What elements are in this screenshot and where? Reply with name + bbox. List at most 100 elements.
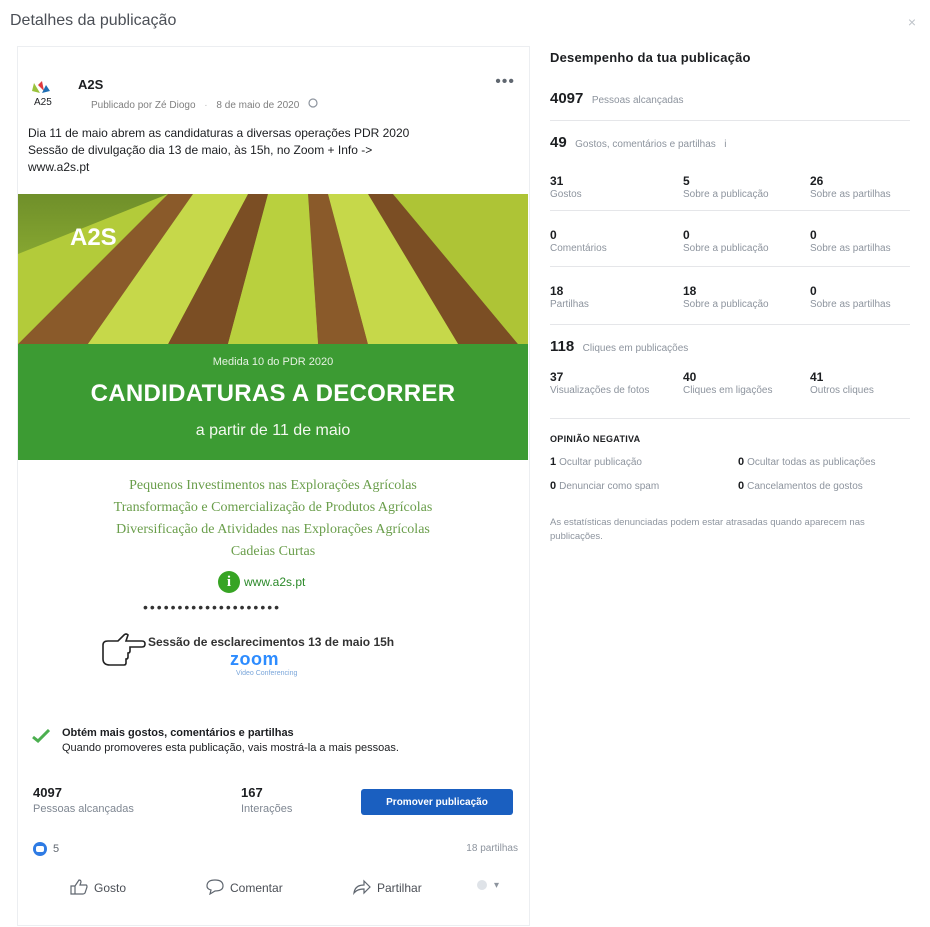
neg-label: Denunciar como spam [559, 481, 660, 492]
cell-value: 26 [810, 174, 824, 188]
neg-label: Cancelamentos de gostos [747, 481, 863, 492]
comments-cell: 0 Comentários [550, 228, 675, 254]
info-icon[interactable]: i [724, 139, 726, 150]
dotted-divider: •••••••••••••••••••• [143, 599, 282, 615]
cell-value: 0 [810, 284, 817, 298]
reached-row: 4097 Pessoas alcançadas [550, 90, 684, 108]
post-image[interactable]: A2S Medida 10 do PDR 2020 CANDIDATURAS A… [18, 194, 528, 460]
cell-value: 0 [683, 228, 690, 242]
cell-label: Comentários [550, 243, 607, 254]
cell-value: 0 [810, 228, 817, 242]
pointing-hand-icon [102, 633, 146, 666]
divider [550, 324, 910, 325]
headline-text: CANDIDATURAS A DECORRER [90, 380, 456, 407]
published-by[interactable]: Publicado por Zé Diogo [91, 100, 196, 111]
clicks-label: Cliques em publicações [582, 343, 689, 354]
program-item: Cadeias Curtas [230, 544, 316, 559]
page-name[interactable]: A2S [78, 77, 103, 92]
checkmark-icon [32, 729, 50, 743]
share-label: Partilhar [377, 881, 422, 895]
more-options-icon[interactable]: ••• [495, 73, 515, 91]
like-reaction-icon[interactable] [33, 842, 47, 856]
post-card: A25 A2S Publicado por Zé Diogo · 8 de ma… [17, 46, 530, 926]
shares-cell: 18 Partilhas [550, 284, 675, 310]
audience-selector[interactable]: ▾ [476, 879, 499, 891]
post-text-line: Sessão de divulgação dia 13 de maio, às … [28, 143, 373, 157]
session-text: Sessão de esclarecimentos 13 de maio 15h [148, 635, 395, 649]
divider [550, 210, 910, 211]
neg-label: Ocultar publicação [559, 457, 642, 468]
report-spam-item: 0 Denunciar como spam [550, 480, 659, 492]
comment-icon [206, 879, 224, 896]
cell-label: Sobre a publicação [683, 243, 769, 254]
cell-value: 18 [683, 284, 697, 298]
program-item: Transformação e Comercialização de Produ… [113, 500, 433, 515]
negative-feedback-title: OPINIÃO NEGATIVA [550, 434, 641, 444]
interactions-stat: 167 Interações [241, 785, 292, 815]
cell-value: 18 [550, 284, 564, 298]
engagement-row: 49 Gostos, comentários e partilhas i [550, 134, 726, 152]
post-date[interactable]: 8 de maio de 2020 [216, 100, 299, 111]
comment-button[interactable]: Comentar [206, 879, 283, 896]
unlikes-item: 0 Cancelamentos de gostos [738, 480, 863, 492]
reaction-count[interactable]: 5 [53, 843, 59, 855]
shares-on-post-cell: 18 Sobre a publicação [683, 284, 808, 310]
divider [550, 266, 910, 267]
dialog-title: Detalhes da publicação [10, 12, 177, 29]
reach-value: 4097 [33, 785, 62, 800]
clicks-value: 118 [550, 338, 575, 355]
image-brand-text: A2S [70, 224, 117, 251]
share-button[interactable]: Partilhar [353, 879, 422, 896]
action-bar: Gosto Comentar Partilhar ▾ [18, 873, 528, 903]
post-header: A25 A2S Publicado por Zé Diogo · 8 de ma… [18, 47, 529, 119]
program-list: Pequenos Investimentos nas Explorações A… [18, 475, 528, 563]
share-icon [353, 879, 371, 896]
comments-on-shares-cell: 0 Sobre as partilhas [810, 228, 930, 254]
site-text: www.a2s.pt [244, 575, 306, 589]
comment-label: Comentar [230, 881, 283, 895]
shares-on-shares-cell: 0 Sobre as partilhas [810, 284, 930, 310]
chevron-down-icon: ▾ [494, 880, 500, 891]
thumbs-up-icon [70, 879, 88, 895]
cell-label: Sobre as partilhas [810, 299, 891, 310]
likes-cell: 31 Gostos [550, 174, 675, 200]
post-link[interactable]: www.a2s.pt [28, 159, 523, 176]
shares-count[interactable]: 18 partilhas [466, 843, 518, 854]
reaction-row: 5 18 partilhas [33, 842, 518, 858]
zoom-subtext: Video Conferencing [236, 670, 298, 677]
cell-label: Sobre as partilhas [810, 189, 891, 200]
cell-label: Sobre a publicação [683, 299, 769, 310]
interactions-label: Interações [241, 803, 293, 815]
cell-value: 41 [810, 370, 824, 384]
cell-label: Outros cliques [810, 385, 874, 396]
neg-value: 0 [738, 456, 745, 468]
page-logo-icon[interactable]: A25 [30, 79, 66, 107]
lettuce-field-photo [18, 194, 528, 344]
cell-value: 5 [683, 174, 690, 188]
close-icon[interactable]: × [908, 14, 916, 30]
divider [550, 418, 910, 419]
post-text: Dia 11 de maio abrem as candidaturas a d… [28, 125, 523, 176]
neg-label: Ocultar todas as publicações [747, 457, 876, 468]
stats-note: As estatísticas denunciadas podem estar … [550, 517, 865, 542]
reached-label: Pessoas alcançadas [591, 95, 684, 106]
other-clicks-cell: 41 Outros cliques [810, 370, 930, 396]
reach-label: Pessoas alcançadas [33, 803, 134, 815]
svg-text:A25: A25 [34, 97, 52, 107]
hide-all-item: 0 Ocultar todas as publicações [738, 456, 876, 468]
cell-label: Visualizações de fotos [550, 385, 650, 396]
promo-description: Quando promoveres esta publicação, vais … [62, 742, 399, 754]
likes-on-shares-cell: 26 Sobre as partilhas [810, 174, 930, 200]
comments-on-post-cell: 0 Sobre a publicação [683, 228, 808, 254]
divider [550, 120, 910, 121]
green-banner: Medida 10 do PDR 2020 CANDIDATURAS A DEC… [18, 344, 528, 460]
like-button[interactable]: Gosto [70, 879, 126, 895]
hide-post-item: 1 Ocultar publicação [550, 456, 642, 468]
clicks-row: 118 Cliques em publicações [550, 338, 688, 356]
promote-post-button[interactable]: Promover publicação [361, 789, 513, 815]
cell-value: 31 [550, 174, 564, 188]
meta-separator: · [204, 100, 208, 111]
neg-value: 0 [738, 480, 745, 492]
info-icon: i [218, 571, 240, 593]
cell-label: Sobre a publicação [683, 189, 769, 200]
